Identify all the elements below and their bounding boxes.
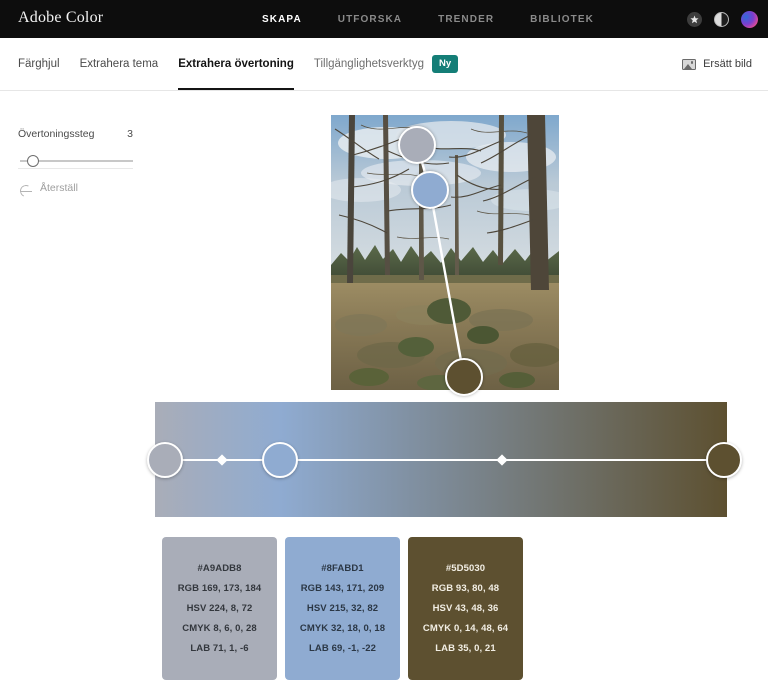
reset-label: Återställ — [40, 182, 78, 194]
swatch-hsv: HSV 224, 8, 72 — [186, 603, 253, 614]
swatch-cmyk: CMYK 0, 14, 48, 64 — [422, 623, 509, 634]
gradient-steps-slider[interactable] — [20, 153, 133, 169]
tab-color-wheel[interactable]: Färghjul — [18, 38, 60, 90]
nav-item-utforska[interactable]: UTFORSKA — [338, 14, 402, 25]
gradient-stop-2[interactable] — [262, 442, 298, 478]
panel-divider — [18, 168, 133, 169]
tab-accessibility-label: Tillgänglighetsverktyg — [313, 58, 425, 70]
app-brand-title[interactable]: Adobe Color — [18, 9, 103, 27]
star-circle-icon[interactable] — [687, 11, 702, 27]
top-navigation-bar: Adobe Color SKAPA UTFORSKA TRENDER BIBLI… — [0, 0, 768, 38]
user-avatar[interactable] — [741, 10, 758, 28]
swatch-cmyk: CMYK 32, 18, 0, 18 — [299, 623, 386, 634]
swatch-hex: #8FABD1 — [321, 563, 364, 574]
color-swatch-card[interactable]: #5D5030 RGB 93, 80, 48 HSV 43, 48, 36 CM… — [408, 537, 523, 680]
tab-extract-gradient[interactable]: Extrahera övertoning — [178, 38, 294, 90]
top-bar-icons — [687, 0, 758, 38]
gradient-stop-1[interactable] — [147, 442, 183, 478]
nav-item-bibliotek[interactable]: BIBLIOTEK — [530, 14, 594, 25]
gradient-steps-label: Övertoningssteg — [18, 128, 95, 140]
gradient-steps-value: 3 — [127, 128, 133, 140]
gradient-midpoint-1[interactable] — [216, 454, 228, 466]
main-nav-menu: SKAPA UTFORSKA TRENDER BIBLIOTEK — [262, 0, 594, 38]
color-swatch-list: #A9ADB8 RGB 169, 173, 184 HSV 224, 8, 72… — [162, 537, 523, 680]
theme-toggle-icon[interactable] — [714, 11, 729, 27]
image-color-handle-1[interactable] — [398, 126, 436, 164]
image-color-handle-2[interactable] — [411, 171, 449, 209]
gradient-stop-track — [165, 459, 717, 461]
nav-item-trender[interactable]: TRENDER — [438, 14, 494, 25]
swatch-lab: LAB 69, -1, -22 — [309, 643, 376, 654]
swatch-hsv: HSV 215, 32, 82 — [306, 603, 379, 614]
forest-photo — [331, 115, 559, 390]
color-swatch-card[interactable]: #8FABD1 RGB 143, 171, 209 HSV 215, 32, 8… — [285, 537, 400, 680]
new-badge: Ny — [432, 55, 459, 73]
gradient-preview-bar[interactable] — [147, 402, 742, 517]
tool-tabs: Färghjul Extrahera tema Extrahera överto… — [18, 38, 459, 90]
nav-item-skapa[interactable]: SKAPA — [262, 14, 302, 25]
slider-thumb[interactable] — [27, 155, 39, 167]
swatch-lab: LAB 35, 0, 21 — [435, 643, 496, 654]
image-icon — [682, 58, 697, 70]
image-color-handle-3[interactable] — [445, 358, 483, 396]
source-image[interactable] — [331, 115, 559, 390]
gradient-midpoint-2[interactable] — [496, 454, 508, 466]
swatch-hsv: HSV 43, 48, 36 — [432, 603, 499, 614]
replace-image-button[interactable]: Ersätt bild — [682, 38, 752, 90]
swatch-hex: #A9ADB8 — [197, 563, 242, 574]
gradient-steps-row: Övertoningssteg 3 — [18, 128, 133, 140]
swatch-cmyk: CMYK 8, 6, 0, 28 — [182, 623, 257, 634]
swatch-rgb: RGB 169, 173, 184 — [177, 583, 262, 594]
tab-extract-theme[interactable]: Extrahera tema — [80, 38, 159, 90]
swatch-rgb: RGB 93, 80, 48 — [431, 583, 500, 594]
reset-icon — [20, 184, 33, 193]
color-swatch-card[interactable]: #A9ADB8 RGB 169, 173, 184 HSV 224, 8, 72… — [162, 537, 277, 680]
gradient-controls-panel: Övertoningssteg 3 Återställ — [0, 91, 160, 194]
tab-accessibility-tools[interactable]: Tillgänglighetsverktyg Ny — [313, 38, 459, 90]
swatch-rgb: RGB 143, 171, 209 — [300, 583, 385, 594]
replace-image-label: Ersätt bild — [703, 58, 752, 70]
tool-tab-bar: Färghjul Extrahera tema Extrahera överto… — [0, 38, 768, 91]
swatch-hex: #5D5030 — [445, 563, 486, 574]
swatch-lab: LAB 71, 1, -6 — [190, 643, 249, 654]
reset-button[interactable]: Återställ — [20, 182, 78, 194]
gradient-stop-3[interactable] — [706, 442, 742, 478]
